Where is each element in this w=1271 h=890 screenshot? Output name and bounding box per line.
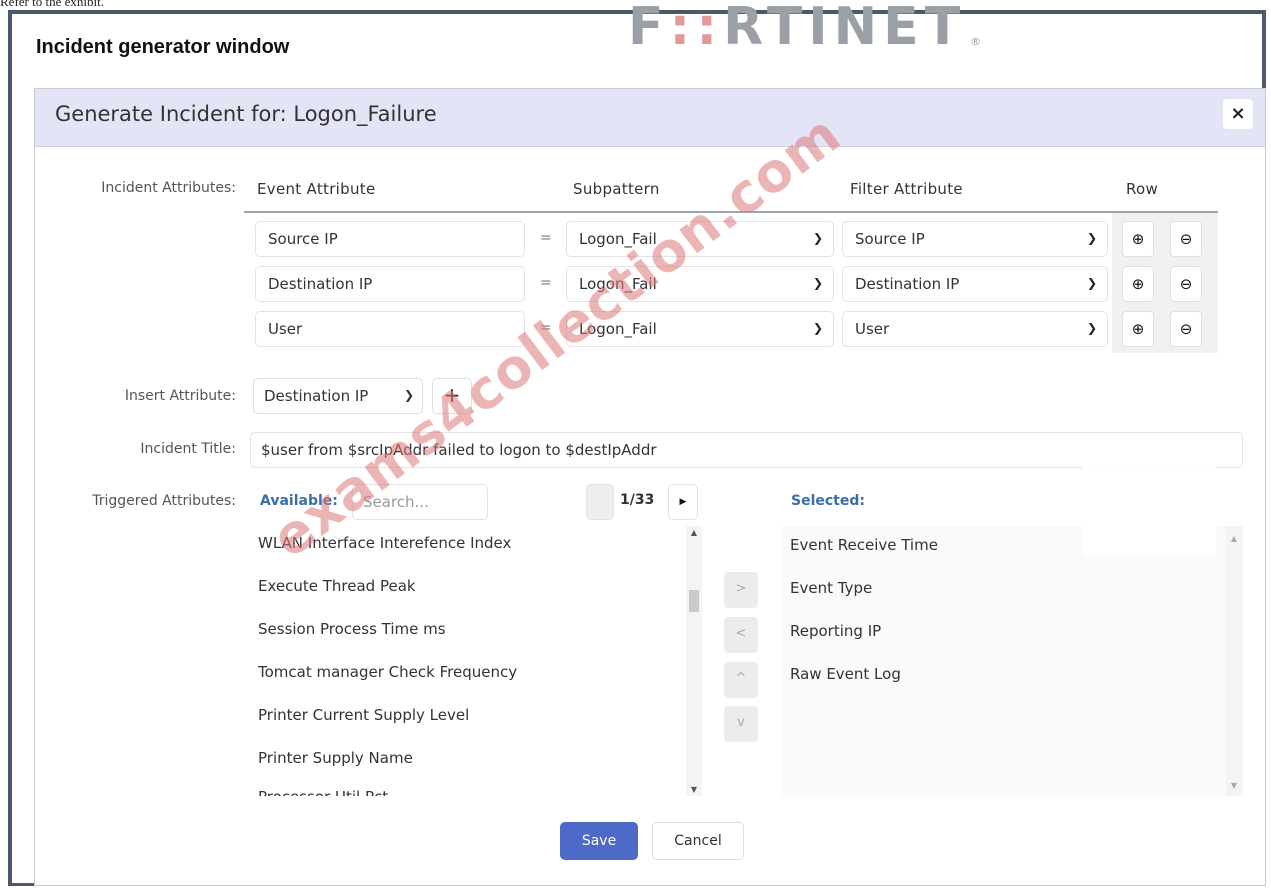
column-header-filter: Filter Attribute [850,180,963,198]
plus-icon: + [443,383,461,407]
remove-row-button[interactable]: ⊖ [1170,221,1202,257]
event-attribute-input[interactable]: User [255,311,525,347]
add-row-button[interactable]: ⊕ [1122,311,1154,347]
list-item[interactable]: Event Type [790,579,872,597]
list-item[interactable]: Printer Supply Name [258,749,413,767]
filter-attribute-value: Destination IP [855,275,960,293]
scroll-up-icon[interactable]: ▲ [686,528,702,537]
save-button[interactable]: Save [560,822,638,860]
subpattern-select[interactable]: Logon_Fail ❯ [566,311,834,347]
brand-logo: F :: RTINET ® [628,0,982,57]
caret-right-icon: ▶ [679,497,687,507]
cancel-button[interactable]: Cancel [652,822,744,860]
blank-overlay [1082,440,1216,556]
page-indicator: 1/33 [620,492,655,508]
minus-circle-icon: ⊖ [1179,275,1193,293]
next-page-button[interactable]: ▶ [668,484,698,520]
incident-title-label: Incident Title: [140,441,236,457]
selected-list: Event Receive Time Event Type Reporting … [782,526,1244,796]
scroll-down-icon[interactable]: ▼ [686,785,702,794]
subpattern-value: Logon_Fail [579,230,657,248]
brand-registered: ® [970,35,982,48]
modal-title: Generate Incident for: Logon_Failure [55,102,437,126]
event-attribute-input[interactable]: Destination IP [255,266,525,302]
selected-label: Selected: [791,493,865,509]
brand-suffix: RTINET [723,0,967,57]
modal-header: Generate Incident for: Logon_Failure × [35,89,1265,147]
incident-attributes-label: Incident Attributes: [101,180,236,196]
equals-operator: = [540,230,552,246]
minus-circle-icon: ⊖ [1179,230,1193,248]
move-left-button[interactable]: < [724,617,758,653]
brand-accent: :: [669,0,724,57]
column-header-event: Event Attribute [257,180,376,198]
plus-circle-icon: ⊕ [1131,320,1145,338]
brand-prefix: F [628,0,670,57]
filter-attribute-value: Source IP [855,230,925,248]
available-scrollbar[interactable]: ▲ ▼ [686,526,702,796]
filter-attribute-select[interactable]: Destination IP ❯ [842,266,1108,302]
plus-circle-icon: ⊕ [1131,230,1145,248]
remove-row-button[interactable]: ⊖ [1170,311,1202,347]
minus-circle-icon: ⊖ [1179,320,1193,338]
subpattern-select[interactable]: Logon_Fail ❯ [566,221,834,257]
chevron-down-icon: ❯ [1086,231,1097,245]
header-divider [244,211,1218,213]
chevron-down-icon: ❯ [812,321,823,335]
chevron-down-icon: ❯ [1086,276,1097,290]
column-header-subpattern: Subpattern [573,180,660,198]
list-item[interactable]: WLAN Interface Interefence Index [258,534,511,552]
insert-attribute-button[interactable]: + [432,378,472,414]
list-item[interactable]: Processor Util Pct [258,788,388,796]
selected-scrollbar[interactable]: ▲ ▼ [1226,526,1242,796]
subpattern-select[interactable]: Logon_Fail ❯ [566,266,834,302]
filter-attribute-select[interactable]: Source IP ❯ [842,221,1108,257]
list-item[interactable]: Session Process Time ms [258,620,446,638]
subpattern-value: Logon_Fail [579,275,657,293]
insert-attribute-value: Destination IP [264,387,369,405]
equals-operator: = [540,275,552,291]
window-title: Incident generator window [36,36,290,58]
list-item[interactable]: Reporting IP [790,622,881,640]
list-item[interactable]: Event Receive Time [790,536,938,554]
plus-circle-icon: ⊕ [1131,275,1145,293]
scroll-up-icon[interactable]: ▲ [1226,534,1242,543]
chevron-down-icon: ❯ [1086,321,1097,335]
add-row-button[interactable]: ⊕ [1122,266,1154,302]
equals-operator: = [540,320,552,336]
available-list: WLAN Interface Interefence Index Execute… [250,526,706,796]
chevron-down-icon: ❯ [812,276,823,290]
list-item[interactable]: Printer Current Supply Level [258,706,469,724]
scroll-down-icon[interactable]: ▼ [1226,781,1242,790]
triggered-attributes-label: Triggered Attributes: [92,493,236,509]
remove-row-button[interactable]: ⊖ [1170,266,1202,302]
move-right-button[interactable]: > [724,572,758,608]
close-button[interactable]: × [1223,99,1253,129]
exhibit-caption: Refer to the exhibit. [0,0,104,9]
scroll-thumb[interactable] [689,590,699,612]
event-attribute-input[interactable]: Source IP [255,221,525,257]
filter-attribute-select[interactable]: User ❯ [842,311,1108,347]
search-input[interactable]: Search... [352,484,488,520]
subpattern-value: Logon_Fail [579,320,657,338]
list-item[interactable]: Tomcat manager Check Frequency [258,663,517,681]
move-up-button[interactable]: ^ [724,662,758,698]
list-item[interactable]: Execute Thread Peak [258,577,416,595]
available-label: Available: [260,493,338,509]
insert-attribute-label: Insert Attribute: [124,388,236,404]
add-row-button[interactable]: ⊕ [1122,221,1154,257]
previous-page-button[interactable] [586,484,614,520]
insert-attribute-select[interactable]: Destination IP ❯ [253,378,423,414]
move-down-button[interactable]: v [724,706,758,742]
list-item[interactable]: Raw Event Log [790,665,901,683]
filter-attribute-value: User [855,320,890,338]
column-header-row: Row [1126,180,1159,198]
chevron-down-icon: ❯ [403,388,414,402]
chevron-down-icon: ❯ [812,231,823,245]
